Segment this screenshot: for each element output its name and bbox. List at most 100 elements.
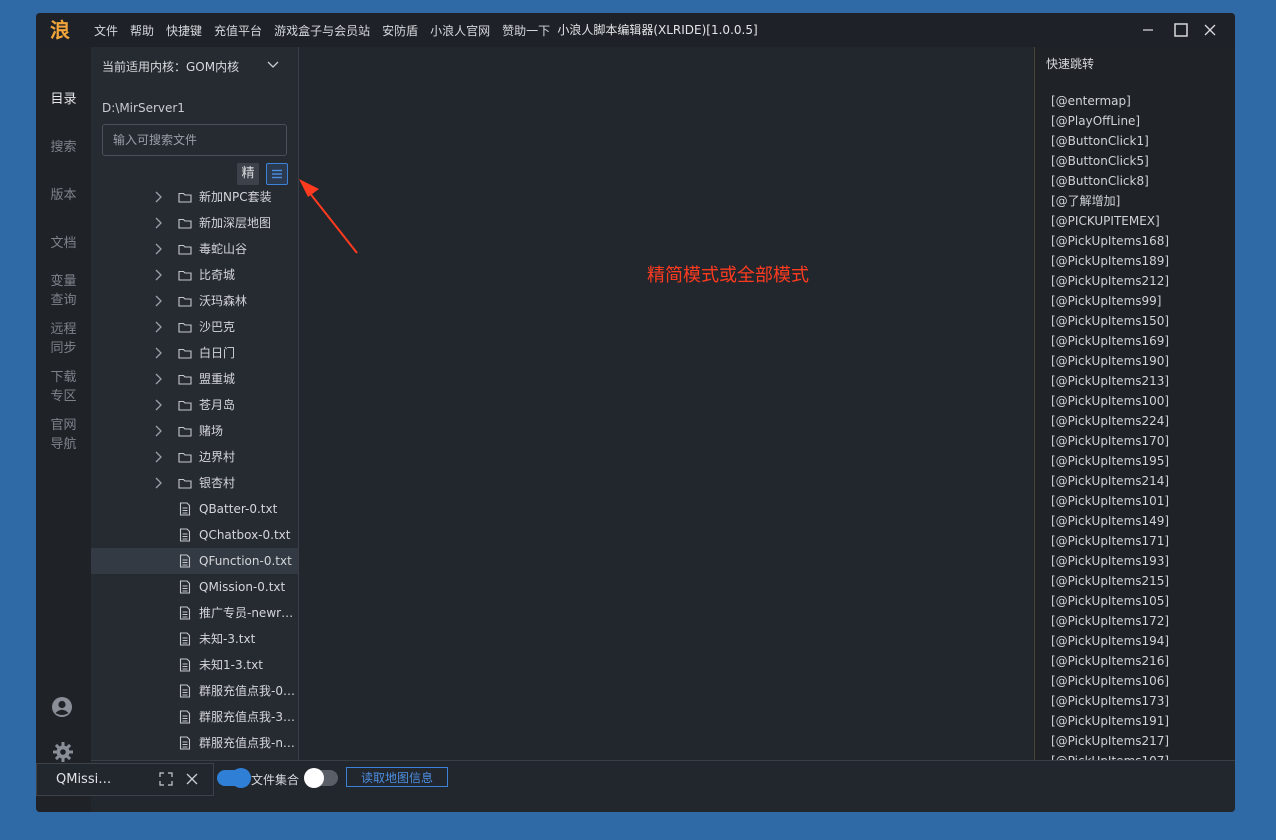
folder-row[interactable]: 苍月岛 <box>91 392 298 418</box>
menu-item[interactable]: 快捷键 <box>166 22 202 39</box>
folder-row[interactable]: 白日门 <box>91 340 298 366</box>
activity-item[interactable]: 文档 <box>36 234 91 253</box>
folder-row[interactable]: 边界村 <box>91 444 298 470</box>
file-row[interactable]: QMission-0.txt <box>91 574 298 600</box>
expand-chevron[interactable] <box>151 372 165 386</box>
menu-item[interactable]: 充值平台 <box>214 22 262 39</box>
file-row[interactable]: 未知-3.txt <box>91 626 298 652</box>
jump-item[interactable]: [@PickUpItems149] <box>1051 511 1169 531</box>
quick-jump-panel: 快速跳转 [@entermap] [@PlayOffLine] [@ButtonCl… <box>1034 47 1235 788</box>
menu-item[interactable]: 游戏盒子与会员站 <box>274 22 370 39</box>
jump-item[interactable]: [@了解增加] <box>1051 191 1169 211</box>
jump-item[interactable]: [@PickUpItems173] <box>1051 691 1169 711</box>
jump-item[interactable]: [@ButtonClick1] <box>1051 131 1169 151</box>
jump-item[interactable]: [@PickUpItems106] <box>1051 671 1169 691</box>
file-row[interactable]: QChatbox-0.txt <box>91 522 298 548</box>
jump-item[interactable]: [@PickUpItems101] <box>1051 491 1169 511</box>
expand-chevron[interactable] <box>151 294 165 308</box>
jump-item[interactable]: [@PickUpItems169] <box>1051 331 1169 351</box>
expand-chevron[interactable] <box>151 242 165 256</box>
jump-item[interactable]: [@PickUpItems224] <box>1051 411 1169 431</box>
jump-item[interactable]: [@PickUpItems150] <box>1051 311 1169 331</box>
jump-item[interactable]: [@PickUpItems99] <box>1051 291 1169 311</box>
folder-row[interactable]: 沙巴克 <box>91 314 298 340</box>
file-row[interactable]: QBatter-0.txt <box>91 496 298 522</box>
jump-item[interactable]: [@PickUpItems194] <box>1051 631 1169 651</box>
file-row[interactable]: 未知1-3.txt <box>91 652 298 678</box>
toggle-switch-1[interactable] <box>217 768 251 788</box>
jump-item[interactable]: [@PickUpItems171] <box>1051 531 1169 551</box>
expand-chevron[interactable] <box>151 398 165 412</box>
menu-item[interactable]: 安防盾 <box>382 22 418 39</box>
jump-item[interactable]: [@PickUpItems168] <box>1051 231 1169 251</box>
file-collection-toggle[interactable] <box>304 768 338 788</box>
activity-item[interactable]: 目录 <box>36 90 91 109</box>
expand-chevron[interactable] <box>151 190 165 204</box>
jump-item[interactable]: [@PickUpItems215] <box>1051 571 1169 591</box>
read-map-info-button[interactable]: 读取地图信息 <box>346 767 448 787</box>
jump-item[interactable]: [@PickUpItems100] <box>1051 391 1169 411</box>
full-mode-button[interactable] <box>266 163 288 185</box>
jump-item[interactable]: [@PickUpItems190] <box>1051 351 1169 371</box>
jump-item[interactable]: [@PickUpItems172] <box>1051 611 1169 631</box>
folder-row[interactable]: 赌场 <box>91 418 298 444</box>
jump-item[interactable]: [@PickUpItems214] <box>1051 471 1169 491</box>
jump-item[interactable]: [@PickUpItems217] <box>1051 731 1169 751</box>
simple-mode-button[interactable]: 精 <box>237 163 259 185</box>
file-label: QBatter-0.txt <box>199 502 278 516</box>
activity-item[interactable]: 版本 <box>36 186 91 205</box>
file-row[interactable]: 推广专员-newr… <box>91 600 298 626</box>
jump-item[interactable]: [@PickUpItems195] <box>1051 451 1169 471</box>
user-account-button[interactable] <box>51 696 73 721</box>
activity-item[interactable]: 官网 导航 <box>36 416 91 454</box>
menu-item[interactable]: 文件 <box>94 22 118 39</box>
activity-item[interactable]: 下载 专区 <box>36 368 91 406</box>
jump-item[interactable]: [@PickUpItems170] <box>1051 431 1169 451</box>
expand-tab-button[interactable] <box>158 771 174 790</box>
activity-item[interactable]: 变量 查询 <box>36 272 91 310</box>
jump-item[interactable]: [@PlayOffLine] <box>1051 111 1169 131</box>
folder-row[interactable]: 盟重城 <box>91 366 298 392</box>
floating-editor-tab[interactable]: QMissi… <box>36 763 214 796</box>
minimize-button[interactable] <box>1133 13 1163 47</box>
maximize-button[interactable] <box>1166 13 1196 47</box>
menu-item[interactable]: 帮助 <box>130 22 154 39</box>
jump-item[interactable]: [@ButtonClick5] <box>1051 151 1169 171</box>
jump-item[interactable]: [@PickUpItems216] <box>1051 651 1169 671</box>
menu-item[interactable]: 小浪人官网 <box>430 22 490 39</box>
expand-chevron[interactable] <box>151 346 165 360</box>
jump-item[interactable]: [@PickUpItems193] <box>1051 551 1169 571</box>
folder-row[interactable]: 新加NPC套装 <box>91 184 298 210</box>
file-search-input[interactable] <box>102 124 287 156</box>
expand-chevron[interactable] <box>151 476 165 490</box>
folder-row[interactable]: 毒蛇山谷 <box>91 236 298 262</box>
close-button[interactable] <box>1195 13 1225 47</box>
jump-item[interactable]: [@PickUpItems105] <box>1051 591 1169 611</box>
close-tab-button[interactable] <box>185 772 199 789</box>
folder-row[interactable]: 沃玛森林 <box>91 288 298 314</box>
jump-item[interactable]: [@PICKUPITEMEX] <box>1051 211 1169 231</box>
jump-item[interactable]: [@PickUpItems213] <box>1051 371 1169 391</box>
file-row[interactable]: QFunction-0.txt <box>91 548 298 574</box>
menu-item[interactable]: 赞助一下 <box>502 22 550 39</box>
expand-chevron[interactable] <box>151 216 165 230</box>
folder-row[interactable]: 新加深层地图 <box>91 210 298 236</box>
expand-chevron[interactable] <box>151 268 165 282</box>
expand-chevron[interactable] <box>151 450 165 464</box>
folder-row[interactable]: 比奇城 <box>91 262 298 288</box>
editor-area[interactable]: 精简模式或全部模式 <box>299 47 1034 760</box>
activity-item[interactable]: 搜索 <box>36 138 91 157</box>
file-row[interactable]: 群服充值点我-0… <box>91 678 298 704</box>
folder-row[interactable]: 银杏村 <box>91 470 298 496</box>
jump-item[interactable]: [@PickUpItems191] <box>1051 711 1169 731</box>
file-row[interactable]: 群服充值点我-n… <box>91 730 298 756</box>
activity-item[interactable]: 远程 同步 <box>36 320 91 358</box>
file-row[interactable]: 群服充值点我-3… <box>91 704 298 730</box>
jump-item[interactable]: [@entermap] <box>1051 91 1169 111</box>
expand-chevron[interactable] <box>151 424 165 438</box>
jump-item[interactable]: [@ButtonClick8] <box>1051 171 1169 191</box>
expand-chevron[interactable] <box>151 320 165 334</box>
kernel-dropdown-button[interactable] <box>266 57 280 71</box>
jump-item[interactable]: [@PickUpItems212] <box>1051 271 1169 291</box>
jump-item[interactable]: [@PickUpItems189] <box>1051 251 1169 271</box>
